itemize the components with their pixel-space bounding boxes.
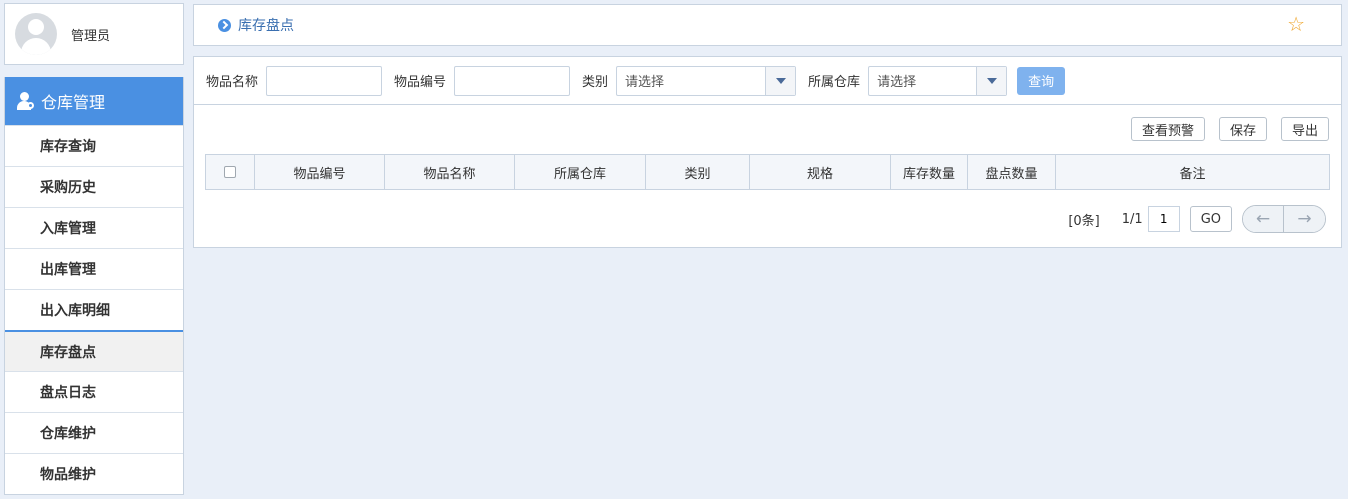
user-card: 管理员	[4, 3, 184, 65]
select-all-cell	[206, 155, 255, 189]
chevron-down-icon[interactable]	[765, 66, 796, 95]
sidebar-item-stocktaking-log[interactable]: 盘点日志	[5, 371, 183, 412]
column-header-spec[interactable]: 规格	[750, 155, 891, 189]
column-header-item-name[interactable]: 物品名称	[385, 155, 515, 189]
pagination-pages: 1/1	[1121, 211, 1143, 227]
item-name-input[interactable]	[266, 65, 383, 96]
export-button[interactable]: 导出	[1280, 117, 1329, 141]
user-avatar-icon	[15, 13, 57, 55]
sidebar-item-item-maintenance[interactable]: 物品维护	[5, 453, 183, 494]
user-name: 管理员	[71, 28, 111, 44]
column-header-item-code[interactable]: 物品编号	[255, 155, 385, 189]
category-select[interactable]: 请选择	[616, 65, 797, 96]
page-input[interactable]	[1147, 206, 1180, 232]
page-nav: ← →	[1242, 205, 1326, 233]
arrow-left-icon[interactable]: ←	[1243, 206, 1284, 232]
sidebar-nav: 仓库管理 库存查询 采购历史 入库管理 出库管理 出入库明细 库存盘点 盘点日志…	[4, 77, 184, 495]
category-select-value: 请选择	[625, 75, 665, 90]
sidebar-item-inout-detail[interactable]: 出入库明细	[5, 289, 183, 330]
toolbar: 查看预警 保存 导出	[1117, 117, 1329, 141]
sidebar-header-label: 仓库管理	[41, 93, 106, 112]
breadcrumb: 库存盘点 ☆	[193, 4, 1342, 46]
sidebar-item-purchase-history[interactable]: 采购历史	[5, 166, 183, 207]
sidebar-item-warehouse-maintenance[interactable]: 仓库维护	[5, 412, 183, 453]
breadcrumb-current: 库存盘点	[238, 18, 294, 34]
item-name-label: 物品名称	[206, 75, 259, 90]
sidebar-item-inventory-query[interactable]: 库存查询	[5, 125, 183, 166]
column-header-count-qty[interactable]: 盘点数量	[968, 155, 1056, 189]
chevron-circle-right-icon	[218, 18, 231, 32]
pagination: [0条] 1/1 GO ← →	[1068, 205, 1326, 233]
sidebar-item-stock-out[interactable]: 出库管理	[5, 248, 183, 289]
column-header-stock-qty[interactable]: 库存数量	[891, 155, 968, 189]
category-label: 类别	[582, 75, 609, 90]
arrow-right-icon[interactable]: →	[1284, 206, 1325, 232]
chevron-down-icon[interactable]	[976, 66, 1007, 95]
item-code-input[interactable]	[454, 65, 571, 96]
column-header-remark[interactable]: 备注	[1056, 155, 1329, 189]
pagination-total: [0条]	[1068, 213, 1100, 229]
view-warning-button[interactable]: 查看预警	[1130, 117, 1205, 141]
search-bar: 物品名称 物品编号 类别 请选择 所属仓库 请选择 查询	[194, 57, 1341, 105]
user-group-icon	[15, 91, 35, 111]
item-code-label: 物品编号	[394, 75, 447, 90]
main-panel: 物品名称 物品编号 类别 请选择 所属仓库 请选择 查询 查看预警 保存 导出 …	[193, 56, 1342, 248]
save-button[interactable]: 保存	[1218, 117, 1267, 141]
sidebar-header-warehouse[interactable]: 仓库管理	[5, 77, 183, 125]
star-outline-icon[interactable]: ☆	[1287, 14, 1305, 34]
column-header-category[interactable]: 类别	[646, 155, 750, 189]
query-button[interactable]: 查询	[1017, 66, 1066, 95]
warehouse-select[interactable]: 请选择	[868, 65, 1008, 96]
select-all-checkbox[interactable]	[224, 166, 236, 178]
table-header: 物品编号 物品名称 所属仓库 类别 规格 库存数量 盘点数量 备注	[205, 154, 1330, 190]
sidebar-item-stock-in[interactable]: 入库管理	[5, 207, 183, 248]
go-button[interactable]: GO	[1189, 206, 1232, 232]
warehouse-select-value: 请选择	[877, 75, 917, 90]
column-header-warehouse[interactable]: 所属仓库	[515, 155, 646, 189]
warehouse-label: 所属仓库	[808, 75, 861, 90]
sidebar-item-stocktaking[interactable]: 库存盘点	[5, 330, 183, 371]
